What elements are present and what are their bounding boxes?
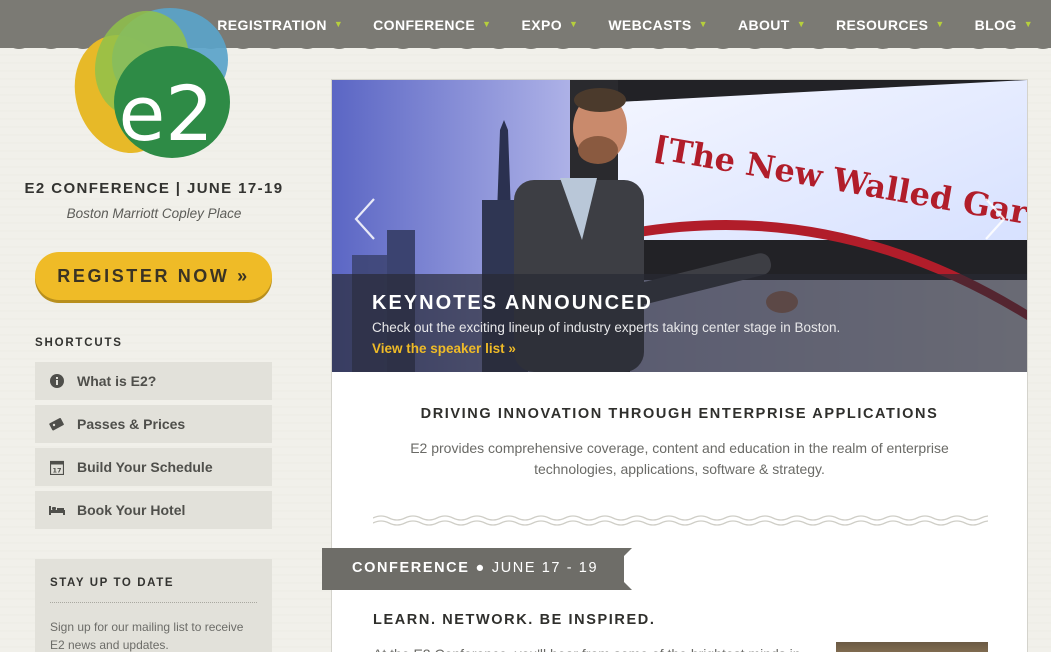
register-now-button[interactable]: REGISTER NOW »: [35, 252, 272, 300]
conference-photo: [836, 642, 988, 652]
divider: [50, 602, 257, 603]
nav-label: WEBCASTS: [608, 17, 692, 33]
chevron-down-icon: ▼: [698, 19, 708, 29]
learn-text: At the E2 Conference, you'll hear from s…: [373, 644, 813, 652]
hero-title: KEYNOTES ANNOUNCED: [372, 292, 653, 314]
shortcut-what-is-e2[interactable]: What is E2?: [35, 362, 272, 400]
wave-divider: [373, 515, 988, 526]
shortcut-passes-prices[interactable]: Passes & Prices: [35, 405, 272, 443]
chevron-down-icon: ▼: [482, 19, 492, 29]
intro-title: DRIVING INNOVATION THROUGH ENTERPRISE AP…: [420, 406, 939, 422]
stay-text: Sign up for our mailing list to receive …: [50, 620, 244, 652]
chevron-left-icon[interactable]: [352, 196, 380, 242]
nav-label: RESOURCES: [836, 17, 929, 33]
chevron-down-icon: ▼: [935, 19, 945, 29]
hero-description: Check out the exciting lineup of industr…: [372, 320, 841, 335]
hero-caption: KEYNOTES ANNOUNCED Check out the excitin…: [332, 274, 1027, 372]
venue-text: Boston Marriott Copley Place: [66, 206, 242, 221]
shortcut-label: Book Your Hotel: [77, 502, 186, 518]
learn-title: LEARN. NETWORK. BE INSPIRED.: [373, 612, 656, 628]
e2-logo[interactable]: e2: [72, 2, 234, 162]
shortcut-build-schedule[interactable]: 17 Build Your Schedule: [35, 448, 272, 486]
tab-label: CONFERENCE: [352, 560, 470, 576]
stay-heading: STAY UP TO DATE: [50, 577, 175, 589]
nav-label: EXPO: [521, 17, 562, 33]
nav-label: CONFERENCE: [373, 17, 476, 33]
nav-label: ABOUT: [737, 17, 790, 33]
nav-item-blog[interactable]: BLOG ▼: [975, 17, 1033, 33]
chevron-down-icon: ▼: [569, 19, 579, 29]
page: REGISTRATION ▼ CONFERENCE ▼ EXPO ▼ WEBCA…: [0, 0, 1051, 652]
shortcut-book-hotel[interactable]: Book Your Hotel: [35, 491, 272, 529]
svg-text:17: 17: [52, 466, 61, 474]
stay-up-to-date-box: STAY UP TO DATE Sign up for our mailing …: [35, 559, 272, 652]
shortcuts-heading: SHORTCUTS: [35, 337, 123, 349]
main-nav: REGISTRATION ▼ CONFERENCE ▼ EXPO ▼ WEBCA…: [187, 0, 1033, 50]
bed-icon: [49, 502, 65, 518]
chevron-down-icon: ▼: [796, 19, 807, 29]
nav-item-resources[interactable]: RESOURCES ▼: [836, 17, 945, 33]
shortcut-label: Passes & Prices: [77, 416, 186, 432]
intro-description: E2 provides comprehensive coverage, cont…: [410, 440, 949, 477]
conference-title: E2 CONFERENCE | JUNE 17-19: [24, 180, 284, 197]
calendar-icon: 17: [49, 459, 65, 475]
shortcut-label: What is E2?: [77, 373, 157, 389]
nav-item-expo[interactable]: EXPO ▼: [521, 17, 578, 33]
conference-tab-label: CONFERENCE ● JUNE 17 - 19: [352, 560, 598, 576]
nav-item-about[interactable]: ABOUT ▼: [738, 17, 806, 33]
bullet-separator: ●: [475, 560, 486, 576]
chevron-down-icon: ▼: [1023, 19, 1033, 29]
shortcut-label: Build Your Schedule: [77, 459, 213, 475]
info-icon: [49, 373, 65, 389]
hero-slider: [The New Walled Garden] KEYNOTES ANNOUNC…: [332, 80, 1027, 372]
tab-dates: JUNE 17 - 19: [491, 560, 599, 576]
nav-item-registration[interactable]: REGISTRATION ▼: [217, 17, 343, 33]
ticket-icon: [49, 416, 65, 432]
nav-item-webcasts[interactable]: WEBCASTS ▼: [608, 17, 708, 33]
chevron-right-icon[interactable]: [980, 196, 1008, 242]
nav-label: BLOG: [974, 17, 1017, 33]
nav-item-conference[interactable]: CONFERENCE ▼: [373, 17, 491, 33]
speaker-list-link[interactable]: View the speaker list »: [372, 341, 516, 356]
logo-text: e2: [118, 69, 213, 158]
chevron-down-icon: ▼: [333, 19, 344, 29]
